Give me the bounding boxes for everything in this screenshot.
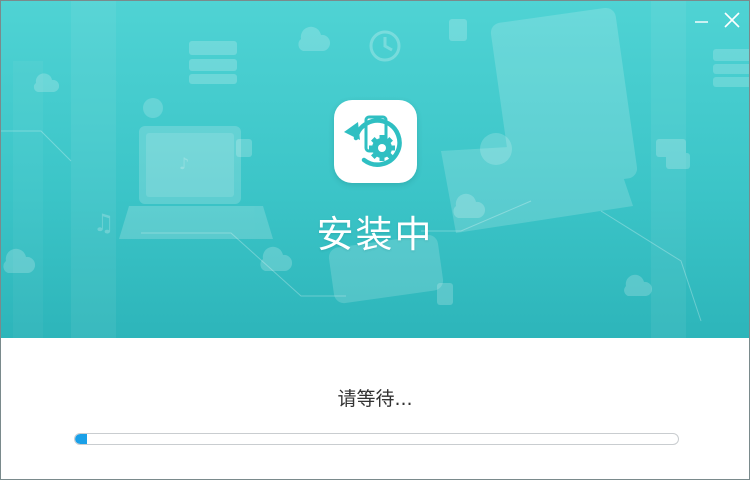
installer-window: ♫ ♪ 安装中 请等待... (0, 0, 750, 480)
close-icon (724, 12, 740, 28)
app-logo (334, 100, 417, 183)
minimize-icon (695, 21, 708, 23)
status-text: 请等待... (337, 388, 413, 410)
sync-phone-gear-icon (344, 115, 402, 167)
progress-fill (75, 434, 88, 444)
minimize-button[interactable] (689, 7, 715, 33)
install-progress-bar (74, 433, 679, 445)
header-banner: ♫ ♪ 安装中 (1, 1, 749, 338)
installing-title: 安装中 (316, 213, 434, 256)
svg-text:♪: ♪ (179, 154, 189, 173)
close-button[interactable] (719, 7, 745, 33)
